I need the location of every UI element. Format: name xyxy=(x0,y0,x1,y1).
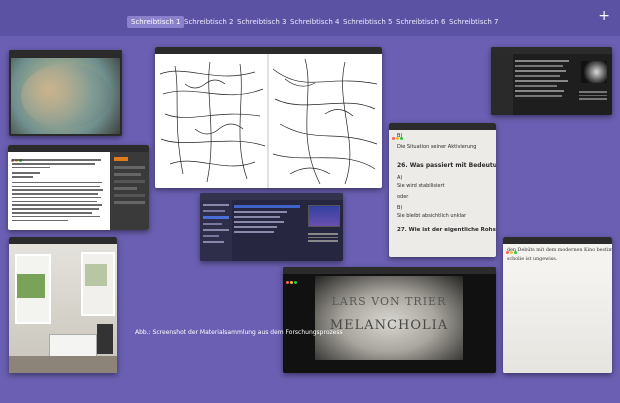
window-room-photo[interactable] xyxy=(9,237,117,373)
quiz-oder: oder xyxy=(397,194,409,200)
window-dark-app[interactable] xyxy=(200,193,343,261)
window-titlebar[interactable] xyxy=(389,123,496,140)
window-film-player[interactable]: LARS VON TRIER MELANCHOLIA xyxy=(283,267,496,373)
window-text-document[interactable] xyxy=(8,145,149,230)
quiz-option-a-text: Sie wird stabilisiert xyxy=(397,183,445,189)
window-texture-image[interactable] xyxy=(9,50,122,136)
app-file-list xyxy=(234,203,300,236)
room-photo xyxy=(9,244,117,373)
space-tab-1[interactable]: Schreibtisch 1 xyxy=(127,16,185,28)
note-paper xyxy=(503,271,612,373)
finder-sidebar xyxy=(491,54,513,115)
window-titlebar[interactable] xyxy=(200,193,343,210)
window-titlebar[interactable] xyxy=(9,50,122,67)
window-controls[interactable] xyxy=(12,52,26,67)
figure-caption: Abb.: Screenshot der Materialsammlung au… xyxy=(135,329,343,336)
window-titlebar[interactable] xyxy=(8,145,149,162)
window-controls[interactable] xyxy=(158,49,172,64)
spaces-bar: Schreibtisch 1 Schreibtisch 2 Schreibtis… xyxy=(0,0,620,36)
window-titlebar[interactable] xyxy=(9,237,117,254)
film-frame: LARS VON TRIER MELANCHOLIA xyxy=(315,276,463,360)
window-controls[interactable] xyxy=(392,125,406,140)
space-tab-4[interactable]: Schreibtisch 4 xyxy=(286,16,343,28)
note-line-1: den Debüts mit dem modernen Kino bestimm… xyxy=(507,248,612,253)
preview-thumbnail xyxy=(581,61,607,83)
space-tab-6[interactable]: Schreibtisch 6 xyxy=(392,16,449,28)
window-controls[interactable] xyxy=(11,147,25,162)
window-titlebar[interactable] xyxy=(491,47,612,64)
space-tab-5[interactable]: Schreibtisch 5 xyxy=(339,16,396,28)
preview-info xyxy=(308,231,338,244)
note-line-2: scholie ist ungewiss. xyxy=(507,257,558,262)
quiz-option-b-text: Sie bleibt absichtlich unklar xyxy=(397,213,467,219)
sketch-drawing xyxy=(155,54,382,188)
add-space-button[interactable]: + xyxy=(598,9,610,23)
note-text: den Debüts mit dem modernen Kino bestimm… xyxy=(507,246,612,264)
file-list xyxy=(515,57,575,100)
inspector-panel[interactable] xyxy=(110,152,149,230)
space-tab-7[interactable]: Schreibtisch 7 xyxy=(445,16,502,28)
window-controls[interactable] xyxy=(203,195,217,210)
quiz-question-26: 26. Was passiert mit Bedeutung? xyxy=(397,162,496,169)
space-tab-2[interactable]: Schreibtisch 2 xyxy=(180,16,237,28)
window-titlebar[interactable] xyxy=(155,47,382,64)
texture-image xyxy=(11,58,120,134)
space-tab-3[interactable]: Schreibtisch 3 xyxy=(233,16,290,28)
quiz-line: Die Situation seiner Aktivierung xyxy=(397,144,477,150)
window-controls[interactable] xyxy=(286,269,300,284)
preview-thumbnail xyxy=(308,205,340,227)
window-file-browser[interactable] xyxy=(491,47,612,115)
window-quiz-photo[interactable]: B) Die Situation seiner Aktivierung 26. … xyxy=(389,123,496,257)
app-sidebar xyxy=(200,200,232,261)
quiz-text: B) Die Situation seiner Aktivierung 26. … xyxy=(397,133,496,233)
window-titlebar[interactable] xyxy=(283,267,496,284)
quiz-option-a: A) xyxy=(397,175,403,181)
quiz-question-27: 27. Wie ist der eigentliche Rohstoff m xyxy=(397,227,496,233)
preview-info xyxy=(579,89,607,102)
window-controls[interactable] xyxy=(494,49,508,64)
window-controls[interactable] xyxy=(12,239,26,254)
window-note-scan[interactable]: den Debüts mit dem modernen Kino bestimm… xyxy=(503,237,612,373)
document-body xyxy=(12,157,106,223)
window-sketch-document[interactable] xyxy=(155,47,382,188)
film-title-line1: LARS VON TRIER xyxy=(331,295,447,308)
quiz-option-label: B) xyxy=(397,133,403,139)
window-controls[interactable] xyxy=(506,239,520,254)
quiz-option-b: B) xyxy=(397,205,403,211)
window-titlebar[interactable] xyxy=(503,237,612,254)
